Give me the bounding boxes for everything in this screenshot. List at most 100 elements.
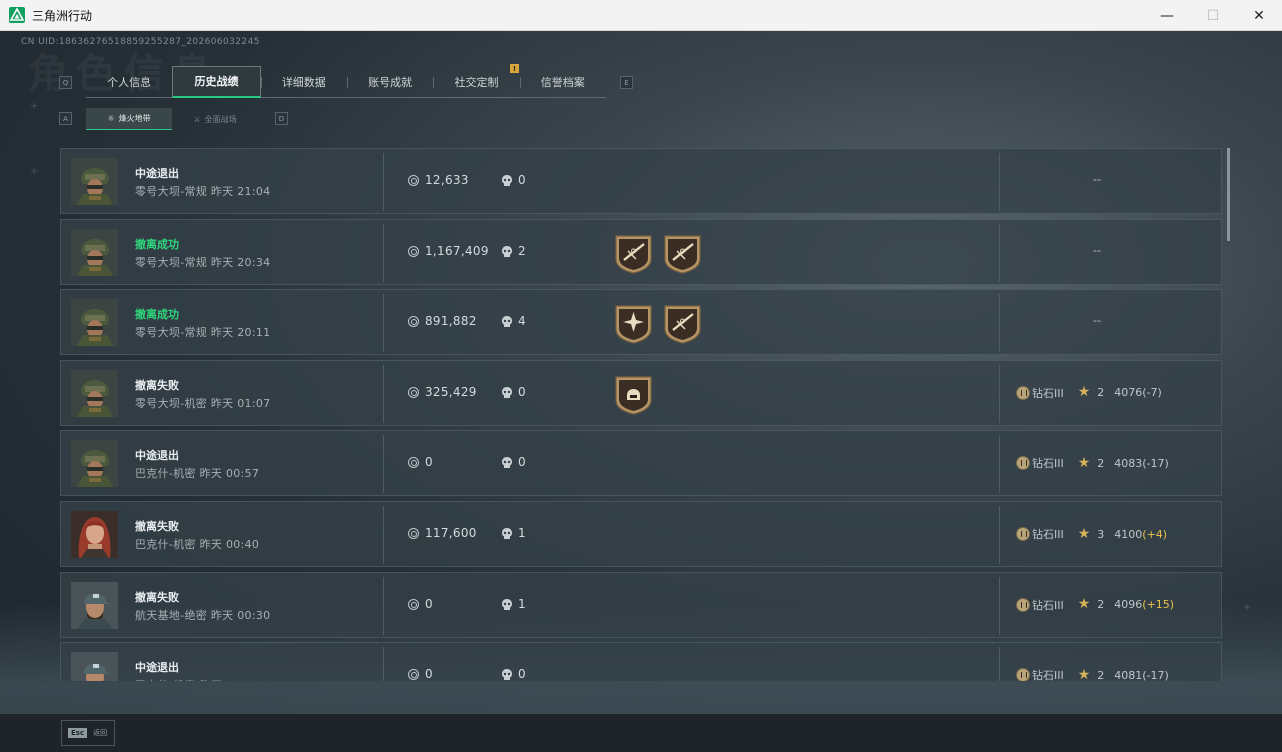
match-row[interactable]: 撤离失败 航天基地-绝密 昨天 00:30 0 1 钻石III ★ 2 4096 (+15): [60, 571, 1222, 638]
rank-info: 钻石III ★ 2 4096 (+15): [1016, 597, 1174, 613]
operator-avatar: [71, 511, 118, 558]
match-history-list[interactable]: 中途退出 零号大坝-常规 昨天 21:04 12,633 0 -- 撤离成功 零号大坝-常规…: [60, 148, 1223, 681]
row-divider: [383, 506, 384, 564]
rank-stars: 3: [1097, 527, 1105, 541]
radar-icon: ☼: [107, 114, 115, 123]
match-row[interactable]: 撤离成功 零号大坝-常规 昨天 20:11 891,882 4 --: [60, 289, 1222, 356]
tab-social-custom[interactable]: 社交定制: [433, 66, 519, 98]
prev-tab-key-hint[interactable]: Q: [59, 76, 72, 89]
skull-icon: [501, 385, 513, 404]
row-divider: [383, 435, 384, 494]
match-map-time: 零号大坝-机密 昨天 01:07: [135, 396, 271, 410]
operator-avatar: [71, 299, 118, 347]
star-icon: ★: [1077, 666, 1091, 681]
operator-avatar: [71, 581, 118, 629]
match-map-time: 零号大坝-常规 昨天 20:11: [135, 326, 271, 340]
maximize-button[interactable]: ☐: [1190, 0, 1236, 31]
scrollbar[interactable]: [1227, 148, 1230, 241]
helmet-medal-icon[interactable]: [614, 374, 653, 419]
star-icon: ★: [1077, 596, 1091, 613]
match-status: 撤离成功: [135, 237, 179, 251]
tab-achievements[interactable]: 账号成就: [346, 66, 433, 98]
row-divider: [383, 153, 384, 211]
crosshair-deco-icon: +: [1243, 602, 1252, 613]
loot-value: 0: [425, 455, 433, 470]
rifle-medal-icon[interactable]: [663, 303, 702, 348]
match-status: 撤离成功: [135, 308, 179, 322]
rank-tier: 钻石III: [1032, 528, 1064, 541]
minimize-button[interactable]: —: [1144, 0, 1190, 31]
row-divider: [383, 576, 384, 635]
kill-count: 1: [518, 526, 526, 540]
rank-score: 4083: [1114, 456, 1143, 470]
loot-value: 117,600: [425, 526, 477, 540]
prev-subtab-key-hint[interactable]: A: [59, 112, 72, 125]
crosshair-deco-icon: +: [30, 166, 39, 177]
kill-count: 0: [518, 455, 526, 470]
rank-tier: 钻石III: [1032, 669, 1064, 681]
match-row[interactable]: 撤离成功零号大坝-常规 昨天 20:34 1,167,409 2 --: [60, 218, 1222, 285]
app-logo-icon: [9, 7, 25, 23]
rank-info: 钻石III ★ 2 4081 (-17): [1016, 667, 1169, 681]
tab-personal-info[interactable]: 个人信息: [86, 66, 172, 98]
skull-icon: [501, 597, 513, 616]
back-button[interactable]: Esc 返回: [61, 720, 115, 746]
match-row[interactable]: 中途退出 巴克什-机密 昨天 00:57 0 0 钻石III ★ 2 4083 (-17): [60, 430, 1222, 497]
coin-icon: [408, 386, 419, 398]
rank-tier-icon: [1016, 668, 1030, 681]
footer-bar: [0, 714, 1282, 752]
rank-score: 4081: [1114, 668, 1143, 681]
next-tab-key-hint[interactable]: E: [620, 76, 633, 89]
star-medal-icon[interactable]: [614, 303, 653, 348]
loot-value: 0: [425, 596, 433, 611]
next-subtab-key-hint[interactable]: D: [275, 112, 288, 125]
tab-detailed-data[interactable]: 详细数据: [260, 66, 347, 98]
coin-icon: [408, 175, 419, 186]
rifle-medal-icon[interactable]: [614, 233, 653, 278]
rank-delta: (-17): [1142, 456, 1169, 470]
close-button[interactable]: ✕: [1236, 0, 1282, 31]
match-row[interactable]: 撤离失败 零号大坝-机密 昨天 01:07 325,429 0 钻石III ★ 2 4076(…: [60, 359, 1222, 426]
rank-tier-icon: [1016, 385, 1030, 400]
match-status: 中途退出: [135, 167, 179, 180]
rank-info: 钻石III ★ 3 4100 (+4): [1016, 526, 1167, 542]
rank-info: 钻石III ★ 2 4076 (-7): [1016, 385, 1162, 401]
match-row[interactable]: 撤离失败 巴克什-机密 昨天 00:40 117,600 1 钻石III ★ 3 4100 (+…: [60, 501, 1222, 567]
loot-value: 1,167,409: [425, 243, 489, 258]
coin-icon: [408, 528, 419, 539]
subtab-warfare[interactable]: ⚔ 全面战场: [172, 108, 258, 130]
back-label: 返回: [93, 729, 108, 737]
row-divider: [999, 435, 1000, 494]
rank-delta: (+4): [1142, 527, 1168, 541]
match-row[interactable]: 中途退出巴克什-机密 昨天 00:22 0 0 钻石III ★ 2 4081(-17): [60, 642, 1222, 681]
match-map-time: 巴克什-机密 昨天 00:22: [135, 677, 259, 681]
row-divider: [999, 223, 1000, 282]
subtab-extraction[interactable]: ☼ 烽火地带: [86, 108, 172, 130]
row-divider: [999, 647, 1000, 681]
coin-icon: [408, 457, 419, 469]
crosshair-deco-icon: +: [30, 101, 39, 112]
match-map-time: 巴克什-机密 昨天 00:40: [135, 538, 260, 551]
operator-avatar: [71, 369, 118, 417]
skull-icon: [501, 667, 513, 681]
rifle-medal-icon[interactable]: [663, 233, 702, 278]
rank-score: 4076: [1114, 386, 1143, 400]
row-divider: [999, 364, 1000, 423]
kill-count: 2: [518, 243, 526, 258]
tab-credit-record[interactable]: 信誉档案: [519, 66, 606, 98]
rank-stars: 2: [1097, 668, 1105, 681]
kill-count: 0: [518, 173, 526, 187]
match-map-time: 零号大坝-常规 昨天 20:34: [135, 255, 271, 269]
operator-avatar: [71, 652, 118, 681]
main-tabs: 个人信息 历史战绩 详细数据 账号成就 社交定制 信誉档案: [86, 65, 606, 98]
match-row[interactable]: 中途退出 零号大坝-常规 昨天 21:04 12,633 0 --: [60, 148, 1222, 214]
rank-score: 4096: [1114, 598, 1143, 612]
row-divider: [383, 647, 384, 681]
match-status: 中途退出: [135, 661, 179, 675]
rank-placeholder: --: [1093, 243, 1101, 257]
tab-match-history[interactable]: 历史战绩: [172, 65, 261, 98]
skull-icon: [501, 314, 513, 333]
coin-icon: [408, 245, 419, 257]
rank-tier: 钻石III: [1032, 598, 1064, 612]
subtab-extraction-label: 烽火地带: [118, 114, 151, 123]
